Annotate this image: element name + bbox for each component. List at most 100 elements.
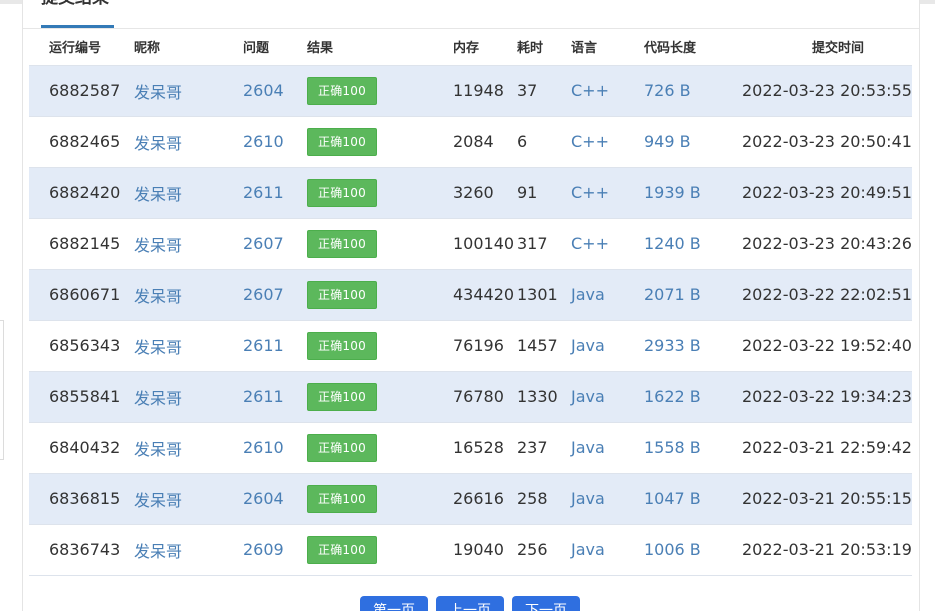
run-id-cell: 6860671 [29,269,128,321]
language-link[interactable]: C++ [571,183,609,202]
memory-cell: 19040 [447,524,511,576]
problem-link[interactable]: 2604 [243,489,284,508]
submit-time-cell: 2022-03-23 20:53:55 [742,81,912,100]
next-page-button[interactable]: 下一页 [512,596,580,611]
language-link[interactable]: Java [571,489,605,508]
nickname-link[interactable]: 发呆哥 [134,491,182,510]
prev-page-button[interactable]: 上一页 [436,596,504,611]
result-cell: 正确100 [301,167,447,219]
problem-link[interactable]: 2611 [243,336,284,355]
nickname-link[interactable]: 发呆哥 [134,338,182,357]
nickname-link[interactable]: 发呆哥 [134,542,182,561]
header-result[interactable]: 结果 [301,29,447,66]
code-length-link[interactable]: 949 B [644,132,691,151]
language-link[interactable]: C++ [571,132,609,151]
result-badge[interactable]: 正确100 [307,280,377,309]
code-length-cell: 949 B [638,116,736,168]
result-badge[interactable]: 正确100 [307,484,377,513]
language-link[interactable]: Java [571,540,605,559]
card-title: 提交结果 [41,0,109,10]
submit-time-cell: 2022-03-22 22:02:51 [742,285,912,304]
problem-link[interactable]: 2609 [243,540,284,559]
result-badge[interactable]: 正确100 [307,331,377,360]
language-link[interactable]: C++ [571,234,609,253]
nickname-link[interactable]: 发呆哥 [134,440,182,459]
problem-link[interactable]: 2611 [243,387,284,406]
code-length-link[interactable]: 1006 B [644,540,701,559]
code-length-link[interactable]: 2071 B [644,285,701,304]
result-badge[interactable]: 正确100 [307,229,377,258]
time-cell: 1301 [517,285,558,304]
run-id-cell: 6836815 [49,489,121,508]
problem-link[interactable]: 2610 [243,132,284,151]
nickname-link[interactable]: 发呆哥 [134,134,182,153]
language-link[interactable]: C++ [571,81,609,100]
time-cell: 317 [511,218,565,270]
result-cell: 正确100 [301,116,447,168]
submission-table: 运行编号 昵称 问题 结果 内存 耗时 语言 代码长度 提交时间 6882587… [29,29,912,576]
result-badge[interactable]: 正确100 [307,433,377,462]
first-page-button[interactable]: 第一页 [360,596,428,611]
result-cell: 正确100 [301,320,447,372]
header-code-length[interactable]: 代码长度 [638,29,736,66]
header-submit-time[interactable]: 提交时间 [736,29,912,66]
code-length-link[interactable]: 1047 B [644,489,701,508]
language-link[interactable]: Java [571,387,605,406]
nickname-link[interactable]: 发呆哥 [134,389,182,408]
card-title-underline [41,25,114,28]
time-cell: 317 [517,234,548,253]
nickname-link[interactable]: 发呆哥 [134,287,182,306]
code-length-link[interactable]: 2933 B [644,336,701,355]
run-id-cell: 6882587 [29,65,128,117]
submit-time-cell: 2022-03-23 20:49:51 [736,167,912,219]
submit-time-cell: 2022-03-23 20:43:26 [736,218,912,270]
code-length-link[interactable]: 1558 B [644,438,701,457]
submit-time-cell: 2022-03-23 20:43:26 [742,234,912,253]
problem-link[interactable]: 2610 [243,438,284,457]
nickname-link[interactable]: 发呆哥 [134,185,182,204]
problem-link[interactable]: 2607 [243,234,284,253]
language-link[interactable]: Java [571,336,605,355]
header-language[interactable]: 语言 [565,29,638,66]
result-badge[interactable]: 正确100 [307,382,377,411]
run-id-cell: 6855841 [49,387,121,406]
result-badge[interactable]: 正确100 [307,178,377,207]
memory-cell: 11948 [453,81,504,100]
code-length-link[interactable]: 1240 B [644,234,701,253]
language-link[interactable]: Java [571,285,605,304]
result-badge[interactable]: 正确100 [307,127,377,156]
problem-link[interactable]: 2607 [243,285,284,304]
run-id-cell: 6836743 [49,540,121,559]
header-nickname[interactable]: 昵称 [128,29,237,66]
code-length-link[interactable]: 1939 B [644,183,701,202]
result-badge[interactable]: 正确100 [307,76,377,105]
header-memory[interactable]: 内存 [447,29,511,66]
memory-cell: 76780 [453,387,504,406]
code-length-link[interactable]: 726 B [644,81,691,100]
memory-cell: 11948 [447,65,511,117]
header-time[interactable]: 耗时 [511,29,565,66]
code-length-cell: 1939 B [638,167,736,219]
nickname-link[interactable]: 发呆哥 [134,83,182,102]
submit-time-cell: 2022-03-22 19:52:40 [742,336,912,355]
result-badge[interactable]: 正确100 [307,535,377,564]
code-length-cell: 1622 B [638,371,736,423]
code-length-link[interactable]: 1622 B [644,387,701,406]
memory-cell: 100140 [447,218,514,270]
header-run-id[interactable]: 运行编号 [29,29,128,66]
problem-link[interactable]: 2604 [243,81,284,100]
submit-time-cell: 2022-03-23 20:50:41 [742,132,912,151]
result-cell: 正确100 [301,524,447,576]
code-length-cell: 1558 B [638,422,736,474]
card-header: 提交结果 [23,0,919,29]
submit-time-cell: 2022-03-23 20:50:41 [736,116,912,168]
table-row: 6882587 发呆哥 2604 正确100 11948 37 C++ 726 B 2022-0… [29,65,912,117]
run-id-cell: 6856343 [49,336,121,355]
problem-cell: 2607 [237,218,301,270]
header-problem[interactable]: 问题 [237,29,301,66]
problem-link[interactable]: 2611 [243,183,284,202]
nickname-link[interactable]: 发呆哥 [134,236,182,255]
language-link[interactable]: Java [571,438,605,457]
submit-time-cell: 2022-03-23 20:53:55 [736,65,912,117]
side-scroll-handle[interactable] [0,320,4,460]
